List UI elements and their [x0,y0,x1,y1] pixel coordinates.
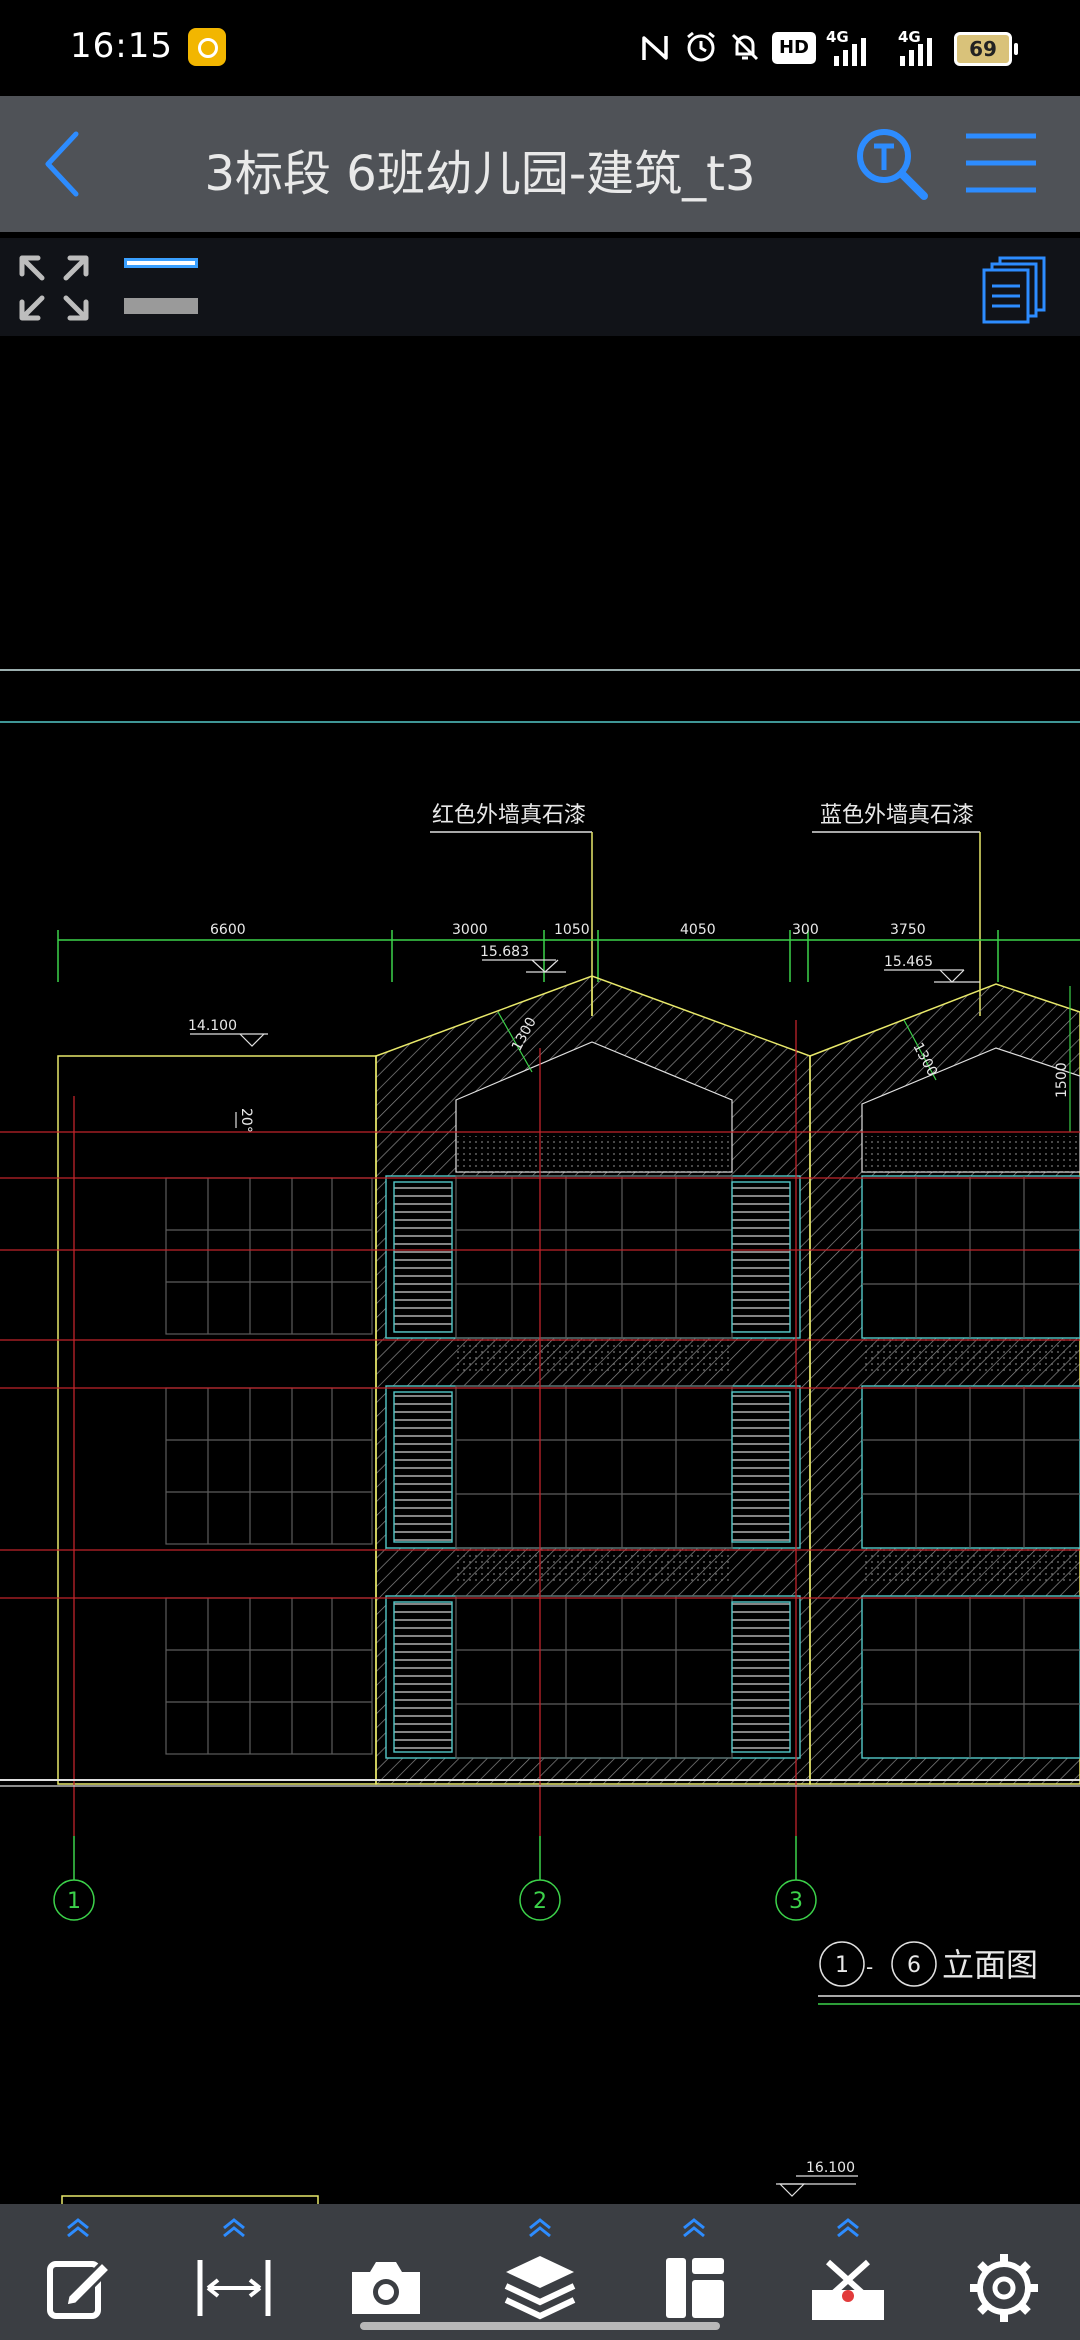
dimension-2: 3000 [452,922,488,938]
settings-button[interactable] [954,2214,1054,2334]
alarm-icon [687,31,715,62]
menu-button[interactable] [962,130,1040,196]
hd-icon: HD [772,32,816,64]
line-weight-thick-toggle[interactable] [124,298,198,314]
layers-icon [504,2256,576,2320]
text-search-button[interactable] [852,124,932,204]
notification-app-icon [188,28,226,66]
dimension-5: 300 [792,922,819,938]
layers-button[interactable] [490,2214,590,2334]
angle-label: 20° [238,1108,254,1133]
net1-label: 4G [826,28,849,46]
expand-arrows-icon [19,255,89,321]
pages-stack-icon [982,256,1046,324]
fit-view-button[interactable] [16,252,92,324]
axis-label-2: 2 [533,1889,547,1914]
battery-indicator: 69 [954,32,1018,66]
gear-icon [970,2254,1038,2322]
chevron-up-icon [529,2218,551,2238]
view-toolbar [0,238,1080,336]
chevron-up-icon [67,2218,89,2238]
elevation-marker-2: 15.465 [884,954,933,970]
title-axis-to: 6 [907,1953,921,1978]
tools-button[interactable] [798,2214,898,2334]
layout-icon [666,2258,724,2318]
edit-icon [47,2259,113,2319]
axis-label-1: 1 [67,1889,81,1914]
nfc-icon [642,36,668,60]
chevron-up-icon [223,2218,245,2238]
status-bar: 16:15 HD 4G 4G 69 [0,0,1080,96]
mute-icon [731,33,759,61]
back-button[interactable] [30,126,100,202]
layouts-button[interactable] [978,254,1050,326]
elevation-marker-1: 15.683 [480,944,529,960]
app-toolbar: 3标段 6班幼儿园-建筑_t3 [0,96,1080,232]
bottom-toolbar [0,2204,1080,2340]
elevation-title: 立面图 [942,1946,1038,1984]
title-axis-from: 1 [835,1953,849,1978]
status-icons: HD 4G 4G 69 [610,0,1080,96]
elevation-marker-3: 14.100 [188,1018,237,1034]
camera-button[interactable] [336,2214,436,2334]
toolbox-icon [812,2259,884,2320]
drawing-title: 3标段 6班幼儿园-建筑_t3 [204,146,756,202]
measure-icon [197,2260,271,2316]
edit-tool-button[interactable] [28,2214,128,2334]
camera-icon [352,2262,420,2314]
slope-label-3: 1500 [1054,1062,1070,1098]
dimension-3: 1050 [554,922,590,938]
status-time: 16:15 [70,26,173,66]
hamburger-menu-icon [966,133,1036,193]
signal-4g-1-icon: 4G [826,28,874,68]
dimension-6: 3750 [890,922,926,938]
annotation-blue-paint: 蓝色外墙真石漆 [820,803,974,828]
chevron-up-icon [683,2218,705,2238]
dimension-1: 6600 [210,922,246,938]
drawing-canvas[interactable]: 红色外墙真石漆 蓝色外墙真石漆 6600 3000 1050 4050 300 … [0,336,1080,2204]
measure-tool-button[interactable] [184,2214,284,2334]
annotation-red-paint: 红色外墙真石漆 [432,803,586,828]
elevation-marker-4: 16.100 [806,2160,855,2176]
dimension-4: 4050 [680,922,716,938]
line-weight-thin-toggle[interactable] [124,258,198,268]
home-indicator[interactable] [360,2322,720,2330]
chevron-left-icon [45,131,79,197]
axis-label-3: 3 [789,1889,803,1914]
title-dash: - [866,1955,873,1979]
cad-drawing: 红色外墙真石漆 蓝色外墙真石漆 6600 3000 1050 4050 300 … [0,669,1080,2204]
signal-4g-2-icon: 4G [892,28,940,68]
chevron-up-icon [837,2218,859,2238]
text-search-icon [857,129,928,200]
layout-button[interactable] [644,2214,744,2334]
